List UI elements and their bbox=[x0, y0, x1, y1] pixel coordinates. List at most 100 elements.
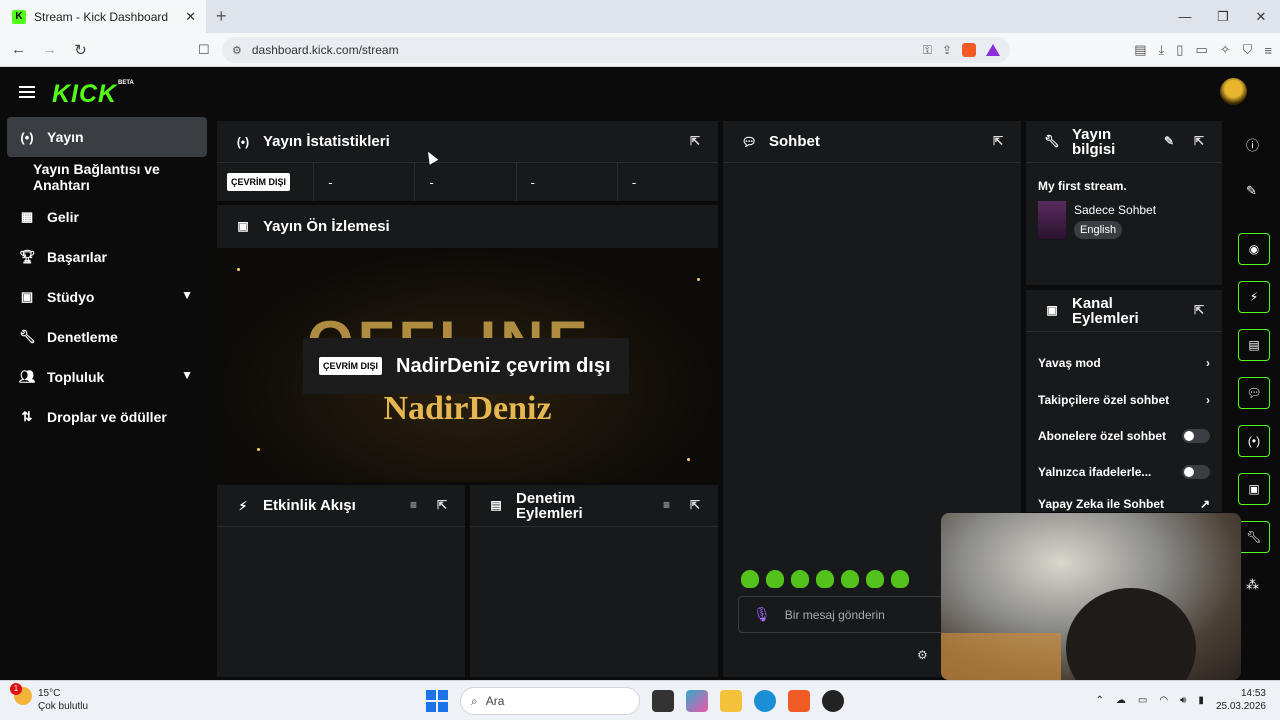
leo-icon[interactable]: ✧ bbox=[1220, 42, 1231, 58]
brave-icon[interactable] bbox=[788, 690, 810, 712]
sidebar-item-achievements[interactable]: 🏆︎ Başarılar bbox=[0, 237, 215, 277]
brave-rewards-icon[interactable] bbox=[986, 44, 1000, 56]
ai-chat-row[interactable]: Yapay Zeka ile Sohbet ↗ bbox=[1038, 496, 1210, 512]
key-icon[interactable]: ⚿ bbox=[923, 43, 932, 58]
subscribers-only-row: Abonelere özel sohbet bbox=[1038, 429, 1210, 443]
weather-widget[interactable]: 1 15°C Çok bulutlu bbox=[10, 683, 88, 713]
edit-pencil-icon[interactable]: ✎ bbox=[1246, 183, 1257, 199]
emote-icon[interactable] bbox=[741, 570, 759, 588]
sidebar-item-studio[interactable]: ▣ Stüdyo ▼ bbox=[0, 277, 215, 317]
emote-icon[interactable] bbox=[841, 570, 859, 588]
file-explorer-icon[interactable] bbox=[720, 690, 742, 712]
row-label: Yapay Zeka ile Sohbet bbox=[1038, 497, 1165, 511]
close-tab-icon[interactable]: ✕ bbox=[185, 9, 196, 25]
battery-icon[interactable]: ▮ bbox=[1198, 695, 1204, 706]
emotes-only-toggle[interactable] bbox=[1182, 465, 1210, 479]
browser-tools: ▤ ⤓ ▯ ▭ ✧ ⛉ ≡ bbox=[1134, 33, 1272, 67]
task-view-icon[interactable] bbox=[652, 690, 674, 712]
subscribers-only-toggle[interactable] bbox=[1182, 429, 1210, 443]
sidebar-item-drops[interactable]: ⇅ Droplar ve ödüller bbox=[0, 397, 215, 437]
share-icon[interactable]: ⇪ bbox=[942, 43, 952, 57]
sidebar-item-moderation[interactable]: 🔧︎ Denetleme bbox=[0, 317, 215, 357]
new-tab-icon[interactable]: + bbox=[216, 6, 227, 27]
vpn-icon[interactable]: ⛉ bbox=[1243, 42, 1253, 58]
maximize-icon[interactable]: ❐ bbox=[1204, 9, 1242, 25]
wallet-icon[interactable]: ▭ bbox=[1195, 42, 1207, 58]
rail-chat-icon[interactable]: 💬︎ bbox=[1238, 377, 1270, 409]
sidebar-item-stream[interactable]: (•) Yayın bbox=[7, 117, 207, 157]
sidebar-item-revenue[interactable]: ▦ Gelir bbox=[0, 197, 215, 237]
filter-icon[interactable]: ≡ bbox=[663, 498, 670, 513]
chat-settings-gear-icon[interactable]: ⚙ bbox=[917, 648, 928, 662]
site-settings-icon[interactable]: ⚙ bbox=[232, 44, 242, 57]
wrench-icon: 🔧︎ bbox=[19, 329, 36, 344]
edge-icon[interactable] bbox=[754, 690, 776, 712]
volume-icon[interactable]: 🔊︎ bbox=[1180, 695, 1186, 706]
emote-icon[interactable] bbox=[791, 570, 809, 588]
cloud-icon[interactable]: ☁ bbox=[1116, 695, 1126, 706]
row-label: Takipçilere özel sohbet bbox=[1038, 393, 1170, 407]
popout-icon[interactable]: ⇱ bbox=[437, 498, 447, 512]
info-icon[interactable]: ⓘ bbox=[1246, 135, 1259, 154]
rail-log-icon[interactable]: ▤ bbox=[1238, 329, 1270, 361]
chevron-up-icon[interactable]: ⌃ bbox=[1096, 695, 1104, 706]
sidebar-item-label: Gelir bbox=[47, 209, 79, 225]
popout-icon[interactable]: ⇱ bbox=[993, 134, 1003, 148]
rail-wrench-icon[interactable]: 🔧︎ bbox=[1238, 521, 1270, 553]
slow-mode-row[interactable]: Yavaş mod › bbox=[1038, 356, 1210, 370]
kick-dashboard: KICK BETA (•) Yayın Yayın Bağlantısı ve A… bbox=[0, 67, 1280, 681]
menu-icon[interactable]: ≡ bbox=[1264, 43, 1272, 58]
kick-logo[interactable]: KICK bbox=[52, 80, 117, 109]
more-icon[interactable]: ⁂ bbox=[1246, 577, 1259, 593]
sidebar-item-stream-key[interactable]: Yayın Bağlantısı ve Anahtarı bbox=[0, 157, 215, 197]
webcam-blur bbox=[941, 633, 1061, 680]
drops-icon: ⇅ bbox=[21, 409, 33, 424]
emote-icon[interactable] bbox=[866, 570, 884, 588]
sidebar-item-label: Denetleme bbox=[47, 329, 118, 345]
monitor-icon[interactable]: ▭ bbox=[1138, 695, 1147, 706]
reload-icon[interactable]: ↻ bbox=[68, 41, 93, 59]
hamburger-menu-icon[interactable] bbox=[19, 86, 35, 98]
popout-icon[interactable]: ⇱ bbox=[1194, 134, 1204, 149]
clock[interactable]: 14:53 25.03.2026 bbox=[1216, 687, 1266, 713]
bookmark-icon[interactable]: ☐ bbox=[198, 42, 210, 58]
m365-icon[interactable] bbox=[686, 690, 708, 712]
followers-only-row[interactable]: Takipçilere özel sohbet › bbox=[1038, 393, 1210, 407]
reader-icon[interactable]: ▤ bbox=[1134, 42, 1146, 58]
popout-icon[interactable]: ⇱ bbox=[690, 498, 700, 513]
studio-icon: ▣ bbox=[20, 289, 34, 304]
brave-shields-icon[interactable] bbox=[962, 43, 976, 57]
chat-input[interactable]: 🎙︎ Bir mesaj gönderin bbox=[738, 596, 948, 633]
microphone-icon[interactable]: 🎙︎ bbox=[753, 606, 771, 623]
minimize-icon[interactable]: — bbox=[1166, 9, 1204, 24]
broadcast-icon: (•) bbox=[20, 129, 34, 145]
popout-icon[interactable]: ⇱ bbox=[690, 134, 700, 148]
address-bar[interactable]: ⚙ dashboard.kick.com/stream ⚿ ⇪ bbox=[222, 37, 1010, 63]
user-avatar[interactable] bbox=[1220, 78, 1247, 105]
rail-broadcast-icon[interactable]: (•) bbox=[1238, 425, 1270, 457]
emote-icon[interactable] bbox=[766, 570, 784, 588]
sidebar-item-community[interactable]: 👥︎ Topluluk ▼ bbox=[0, 357, 215, 397]
emote-icon[interactable] bbox=[816, 570, 834, 588]
status-badge: ÇEVRİM DIŞI bbox=[227, 173, 291, 191]
browser-tab[interactable]: K Stream - Kick Dashboard ✕ bbox=[0, 0, 206, 33]
windows-start-icon[interactable] bbox=[426, 690, 448, 712]
download-icon[interactable]: ⤓ bbox=[1159, 42, 1165, 58]
close-window-icon[interactable]: ✕ bbox=[1242, 9, 1280, 25]
filter-icon[interactable]: ≡ bbox=[410, 498, 417, 512]
edit-pencil-icon[interactable]: ✎ bbox=[1164, 134, 1174, 149]
emote-icon[interactable] bbox=[891, 570, 909, 588]
back-icon[interactable]: ← bbox=[6, 41, 31, 58]
people-icon: 👥︎ bbox=[19, 369, 36, 384]
forward-icon[interactable]: → bbox=[37, 41, 62, 58]
sparkle bbox=[687, 458, 690, 461]
rail-preview-icon[interactable]: ◉ bbox=[1238, 233, 1270, 265]
taskbar-search[interactable]: ⌕ Ara bbox=[460, 687, 640, 715]
sidebar-toggle-icon[interactable]: ▯ bbox=[1176, 42, 1183, 58]
obs-icon[interactable] bbox=[822, 690, 844, 712]
popout-icon[interactable]: ⇱ bbox=[1194, 303, 1204, 318]
search-label: Ara bbox=[485, 694, 505, 708]
wifi-icon[interactable]: ◠ bbox=[1159, 695, 1168, 706]
rail-channel-icon[interactable]: ▣ bbox=[1238, 473, 1270, 505]
rail-activity-icon[interactable]: ⚡︎ bbox=[1238, 281, 1270, 313]
